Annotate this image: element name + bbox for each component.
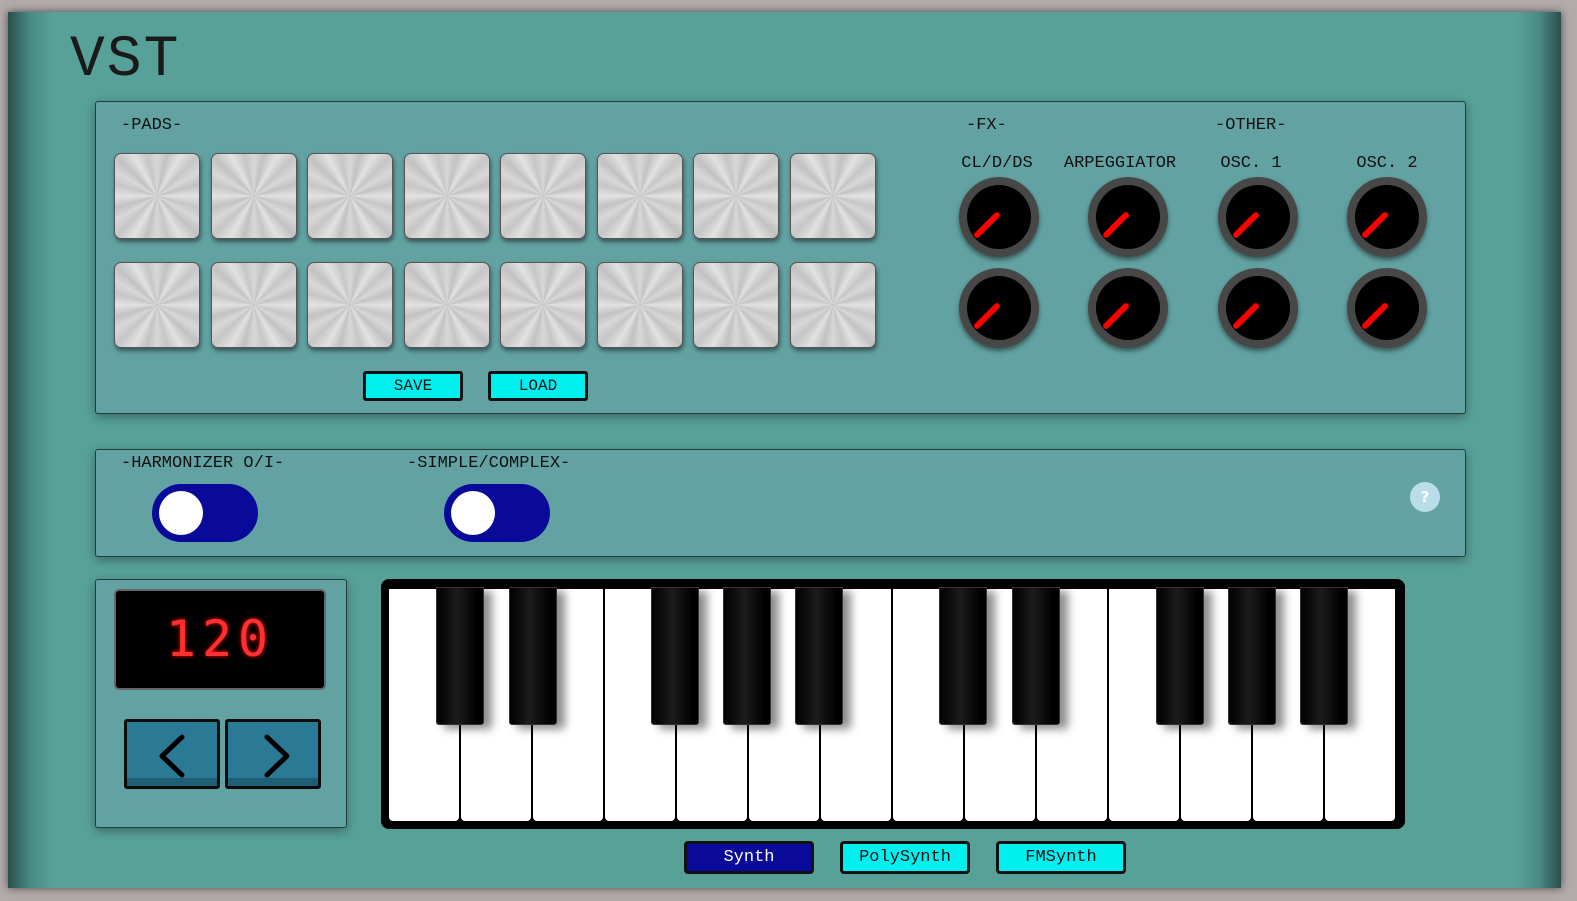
- piano-keyboard: [381, 579, 1405, 829]
- other-section-label: -OTHER-: [1215, 116, 1287, 135]
- pad-13[interactable]: [500, 262, 586, 348]
- black-key-9[interactable]: [1228, 587, 1276, 725]
- pad-10[interactable]: [210, 262, 297, 348]
- pad-16[interactable]: [789, 262, 876, 348]
- polysynth-button[interactable]: PolySynth: [840, 841, 970, 874]
- pad-6[interactable]: [596, 153, 683, 239]
- pad-8[interactable]: [789, 153, 876, 239]
- black-key-4[interactable]: [723, 587, 771, 725]
- knob-arpeggiator-2[interactable]: [1088, 268, 1168, 348]
- tempo-increase-button[interactable]: [225, 719, 321, 789]
- harmonizer-label: -HARMONIZER O/I-: [121, 454, 285, 473]
- pad-2[interactable]: [210, 153, 297, 239]
- fmsynth-button[interactable]: FMSynth: [996, 841, 1126, 874]
- pad-14[interactable]: [596, 262, 683, 348]
- knob-osc-1-1[interactable]: [1218, 177, 1298, 257]
- knob-label-osc-2: OSC. 2: [1356, 154, 1418, 173]
- black-key-5[interactable]: [795, 587, 843, 725]
- black-key-1[interactable]: [436, 587, 484, 725]
- pads-fx-panel: [95, 101, 1466, 414]
- pad-9[interactable]: [114, 262, 200, 348]
- black-key-6[interactable]: [939, 587, 987, 725]
- load-button[interactable]: LOAD: [488, 371, 588, 401]
- pad-11[interactable]: [307, 262, 393, 348]
- toggle-thumb: [159, 491, 203, 535]
- fx-section-label: -FX-: [966, 116, 1007, 135]
- knob-osc-2-2[interactable]: [1347, 268, 1427, 348]
- knob-osc-1-2[interactable]: [1218, 268, 1298, 348]
- synth-button[interactable]: Synth: [684, 841, 814, 874]
- pad-5[interactable]: [500, 153, 586, 239]
- knob-label-osc-1: OSC. 1: [1220, 154, 1282, 173]
- pad-3[interactable]: [307, 153, 393, 239]
- tempo-decrease-button[interactable]: [124, 719, 220, 789]
- black-key-2[interactable]: [509, 587, 557, 725]
- pad-1[interactable]: [114, 153, 200, 239]
- help-icon[interactable]: ?: [1410, 482, 1440, 512]
- knob-osc-2-1[interactable]: [1347, 177, 1427, 257]
- simple-complex-label: -SIMPLE/COMPLEX-: [407, 454, 571, 473]
- simple-complex-toggle[interactable]: [444, 484, 550, 542]
- pad-7[interactable]: [693, 153, 779, 239]
- black-key-3[interactable]: [651, 587, 699, 725]
- pad-12[interactable]: [403, 262, 490, 348]
- pad-15[interactable]: [693, 262, 779, 348]
- chevron-left-icon: [159, 734, 185, 778]
- tempo-display: 120: [114, 589, 326, 690]
- knob-cl-d-ds-2[interactable]: [959, 268, 1039, 348]
- knob-label-arpeggiator: ARPEGGIATOR: [1063, 154, 1177, 173]
- black-key-7[interactable]: [1012, 587, 1060, 725]
- pads-section-label: -PADS-: [121, 116, 183, 135]
- black-key-10[interactable]: [1300, 587, 1348, 725]
- pad-4[interactable]: [403, 153, 490, 239]
- harmonizer-toggle[interactable]: [152, 484, 258, 542]
- toggles-panel: [95, 449, 1466, 557]
- knob-cl-d-ds-1[interactable]: [959, 177, 1039, 257]
- knob-arpeggiator-1[interactable]: [1088, 177, 1168, 257]
- app-title: VST: [70, 28, 181, 93]
- chevron-right-icon: [264, 734, 290, 778]
- toggle-thumb: [451, 491, 495, 535]
- black-key-8[interactable]: [1156, 587, 1204, 725]
- save-button[interactable]: SAVE: [363, 371, 463, 401]
